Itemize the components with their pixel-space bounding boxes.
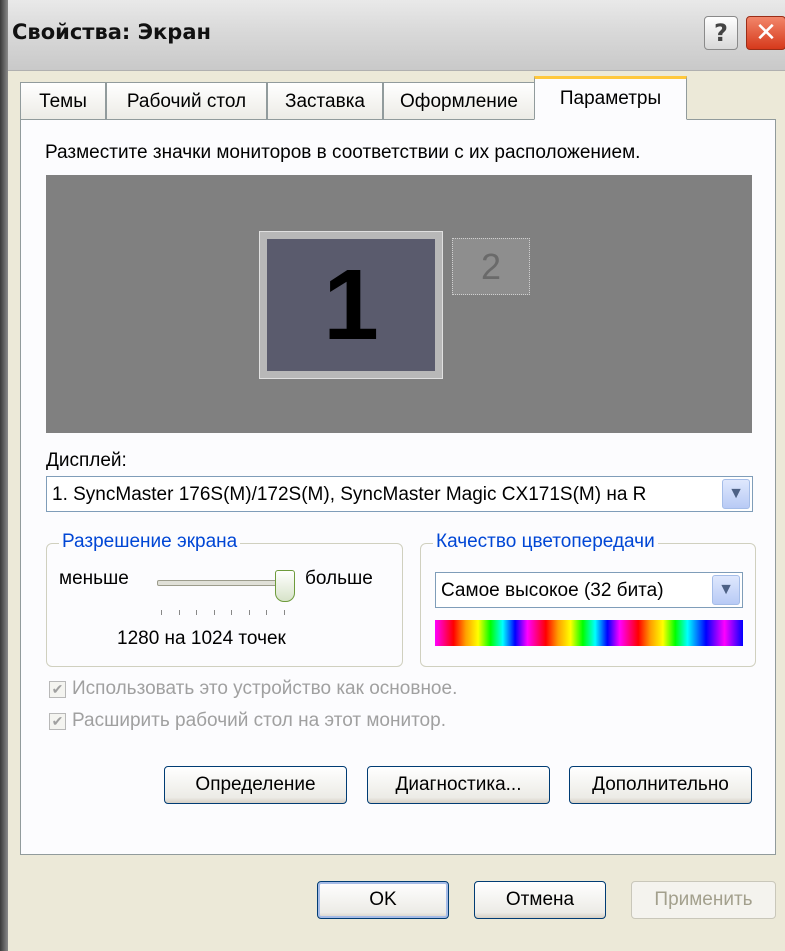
monitor-arrangement-area[interactable]: 1 2 [46, 175, 752, 433]
checkbox-extend: ✔ [49, 712, 66, 730]
resolution-less-label: меньше [59, 568, 129, 589]
monitor-1-icon[interactable]: 1 [259, 231, 443, 379]
checkbox-primary: ✔ [49, 680, 66, 698]
ok-button[interactable]: OK [317, 881, 449, 919]
title-bar[interactable]: Свойства: Экран ? ✕ [8, 0, 785, 71]
resolution-group-title: Разрешение экрана [59, 531, 241, 553]
chevron-down-icon[interactable]: ▼ [722, 479, 750, 509]
color-quality-group-title: Качество цветопередачи [433, 531, 658, 553]
color-spectrum-preview [435, 620, 743, 646]
identify-button[interactable]: Определение [164, 766, 347, 804]
checkbox-primary-label: Использовать это устройство как основное… [72, 678, 458, 699]
checkbox-extend-label: Расширить рабочий стол на этот монитор. [72, 710, 446, 731]
tab-screensaver[interactable]: Заставка [267, 82, 383, 120]
resolution-more-label: больше [305, 568, 373, 589]
troubleshoot-button[interactable]: Диагностика... [367, 766, 550, 804]
display-select-value: 1. SyncMaster 176S(M)/172S(M), SyncMaste… [52, 484, 647, 505]
color-quality-select-value: Самое высокое (32 бита) [441, 580, 664, 601]
color-quality-select[interactable]: Самое высокое (32 бита) ▼ [435, 572, 743, 608]
advanced-button[interactable]: Дополнительно [569, 766, 752, 804]
resolution-slider-track[interactable] [157, 580, 285, 586]
window-edge [0, 0, 8, 951]
display-select[interactable]: 1. SyncMaster 176S(M)/172S(M), SyncMaste… [46, 476, 753, 512]
close-button[interactable]: ✕ [746, 16, 785, 50]
resolution-value-text: 1280 на 1024 точек [117, 628, 286, 649]
instruction-text: Разместите значки мониторов в соответств… [45, 142, 641, 163]
window-title: Свойства: Экран [12, 20, 212, 44]
cancel-button[interactable]: Отмена [474, 881, 606, 919]
display-label: Дисплей: [46, 450, 127, 471]
resolution-slider-thumb[interactable] [275, 570, 295, 602]
apply-button: Применить [631, 881, 776, 919]
tab-strip: Темы Рабочий стол Заставка Оформление Па… [8, 72, 785, 120]
tab-settings[interactable]: Параметры [534, 76, 687, 120]
chevron-down-icon[interactable]: ▼ [712, 575, 740, 605]
tab-desktop[interactable]: Рабочий стол [106, 82, 267, 120]
checkbox-extend-row: ✔ Расширить рабочий стол на этот монитор… [49, 710, 446, 732]
monitor-2-icon[interactable]: 2 [452, 238, 530, 295]
resolution-slider-ticks [161, 610, 285, 616]
settings-panel: Разместите значки мониторов в соответств… [20, 119, 776, 855]
display-properties-dialog: Свойства: Экран ? ✕ Темы Рабочий стол За… [8, 0, 785, 951]
tab-appearance[interactable]: Оформление [383, 82, 535, 120]
resolution-group: Разрешение экрана меньше больше 1280 на … [46, 531, 403, 667]
close-icon: ✕ [755, 18, 777, 48]
help-icon: ? [714, 19, 728, 47]
help-button[interactable]: ? [704, 16, 738, 50]
tab-themes[interactable]: Темы [20, 82, 106, 120]
color-quality-group: Качество цветопередачи Самое высокое (32… [420, 531, 756, 667]
checkbox-primary-row: ✔ Использовать это устройство как основн… [49, 678, 457, 700]
